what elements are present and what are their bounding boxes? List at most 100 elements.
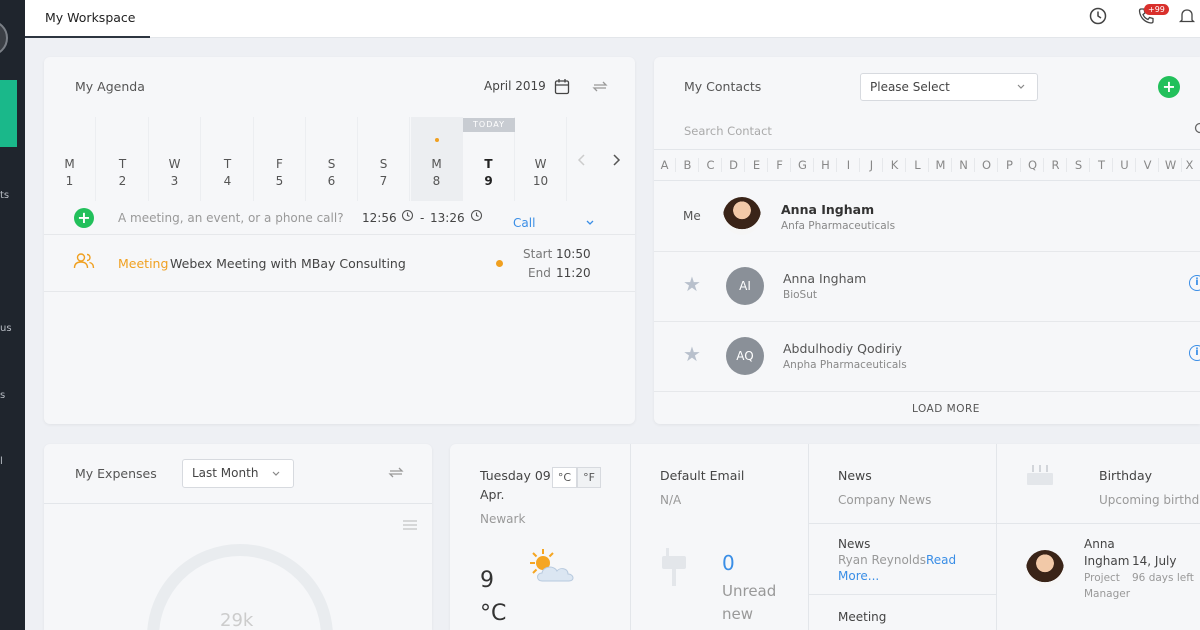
day-cell[interactable]: T4 <box>202 117 254 201</box>
clock-icon[interactable] <box>1088 6 1108 26</box>
load-more-button[interactable]: LOAD MORE <box>912 403 980 415</box>
letter-filter[interactable]: H <box>815 158 837 172</box>
day-cell[interactable]: F5 <box>254 117 306 201</box>
letter-filter[interactable]: J <box>861 158 883 172</box>
contact-search-input[interactable]: Search Contact <box>684 124 772 138</box>
expenses-title: My Expenses <box>75 466 157 481</box>
unread-label: Unread <box>722 582 777 600</box>
bell-icon[interactable] <box>1177 6 1197 26</box>
new-event-input[interactable]: A meeting, an event, or a phone call? <box>118 211 344 225</box>
event-title[interactable]: Webex Meeting with MBay Consulting <box>170 256 406 271</box>
email-title: Default Email <box>660 468 745 483</box>
birthday-role-cont: Manager <box>1084 588 1131 600</box>
read-more-link[interactable]: Read <box>926 553 956 567</box>
day-cell[interactable]: M1 <box>44 117 96 201</box>
user-avatar[interactable] <box>0 20 8 56</box>
day-cell[interactable]: S7 <box>358 117 410 201</box>
avatar: AI <box>726 267 764 305</box>
star-icon[interactable]: ★ <box>683 272 701 296</box>
calendar-icon[interactable] <box>554 78 570 95</box>
letter-filter[interactable]: D <box>723 158 745 172</box>
menu-icon[interactable] <box>402 518 418 532</box>
letter-filter[interactable]: M <box>930 158 952 172</box>
letter-filter[interactable]: G <box>792 158 814 172</box>
chevron-left-icon[interactable] <box>576 153 588 167</box>
top-bar: My Workspace <box>25 0 1200 38</box>
sidebar-item-label[interactable]: ts <box>0 190 9 201</box>
day-cell-selected[interactable]: M8 <box>411 117 463 201</box>
fahrenheit-toggle[interactable]: °F <box>577 467 601 488</box>
letter-filter[interactable]: S <box>1068 158 1090 172</box>
contact-row[interactable]: ★ AQ Abdulhodiy Qodiriy Anpha Pharmaceut… <box>654 322 1200 392</box>
letter-filter[interactable]: K <box>884 158 906 172</box>
letter-filter[interactable]: A <box>654 158 676 172</box>
info-icon[interactable]: i <box>1189 275 1200 291</box>
letter-filter[interactable]: L <box>907 158 929 172</box>
clock-icon[interactable] <box>401 209 414 222</box>
read-more-link-cont[interactable]: More... <box>838 569 879 583</box>
agenda-card: My Agenda April 2019 M1 T2 W3 T4 F5 S6 S… <box>44 57 635 424</box>
star-icon[interactable]: ★ <box>683 342 701 366</box>
expenses-card: My Expenses Last Month 29k <box>44 444 432 630</box>
sidebar-item-label[interactable]: s <box>0 390 5 401</box>
end-time-field[interactable]: 13:26 <box>430 211 465 225</box>
letter-filter[interactable]: F <box>769 158 791 172</box>
news-item-label: News <box>838 537 871 551</box>
left-sidebar: ts us s l <box>0 0 25 630</box>
birthday-person-first: Anna <box>1084 537 1115 551</box>
chevron-right-icon[interactable] <box>610 153 622 167</box>
day-cell[interactable]: S6 <box>306 117 358 201</box>
refresh-icon[interactable] <box>387 464 405 481</box>
letter-filter[interactable]: N <box>953 158 975 172</box>
contact-company: Anfa Pharmaceuticals <box>781 220 896 232</box>
group-icon <box>73 253 95 269</box>
refresh-icon[interactable] <box>591 78 609 95</box>
event-status-dot <box>496 260 503 267</box>
add-contact-button[interactable]: + <box>1158 76 1180 98</box>
chevron-down-icon[interactable] <box>585 219 595 227</box>
divider <box>808 444 809 630</box>
add-event-button[interactable]: + <box>74 208 94 228</box>
letter-filter[interactable]: B <box>677 158 699 172</box>
day-cell[interactable]: W3 <box>149 117 201 201</box>
letter-filter[interactable]: R <box>1045 158 1067 172</box>
info-icon[interactable]: i <box>1189 345 1200 361</box>
letter-filter[interactable]: C <box>700 158 722 172</box>
avatar <box>1026 550 1064 588</box>
divider <box>630 444 631 630</box>
event-indicator-dot <box>435 138 439 142</box>
agenda-title: My Agenda <box>75 79 145 94</box>
letter-filter[interactable]: E <box>746 158 768 172</box>
divider <box>44 503 432 504</box>
letter-filter[interactable]: O <box>976 158 998 172</box>
celsius-toggle[interactable]: °C <box>552 467 577 488</box>
avatar <box>723 197 761 235</box>
letter-filter[interactable]: I <box>838 158 860 172</box>
contact-name: Anna Ingham <box>783 271 867 286</box>
contact-row[interactable]: ★ AI Anna Ingham BioSut i <box>654 252 1200 322</box>
expenses-total: 29k <box>220 610 254 630</box>
sidebar-item-label[interactable]: l <box>0 456 3 467</box>
letter-filter[interactable]: U <box>1114 158 1136 172</box>
birthday-person-last: Ingham <box>1084 554 1130 568</box>
letter-filter[interactable]: X <box>1179 158 1200 172</box>
day-cell[interactable]: T2 <box>97 117 149 201</box>
contact-row-me[interactable]: Me Anna Ingham Anfa Pharmaceuticals <box>654 182 1200 252</box>
letter-filter[interactable]: P <box>999 158 1021 172</box>
contacts-filter-select[interactable]: Please Select <box>860 73 1038 101</box>
start-time-field[interactable]: 12:56 <box>362 211 397 225</box>
divider <box>808 523 996 524</box>
sidebar-item-active[interactable] <box>0 80 17 147</box>
letter-filter[interactable]: T <box>1091 158 1113 172</box>
clock-icon[interactable] <box>470 209 483 222</box>
alphabet-filter: A B C D E F G H I J K L M N O P Q R S T … <box>654 149 1200 181</box>
search-icon[interactable] <box>1194 122 1200 134</box>
partly-cloudy-icon <box>530 549 574 582</box>
sidebar-item-label[interactable]: us <box>0 323 12 334</box>
event-type-select[interactable]: Call <box>513 216 535 230</box>
letter-filter[interactable]: Q <box>1022 158 1044 172</box>
day-cell[interactable]: W 10 <box>515 117 567 201</box>
mailbox-icon <box>662 548 686 586</box>
letter-filter[interactable]: V <box>1137 158 1159 172</box>
tab-my-workspace[interactable]: My Workspace <box>25 0 150 38</box>
